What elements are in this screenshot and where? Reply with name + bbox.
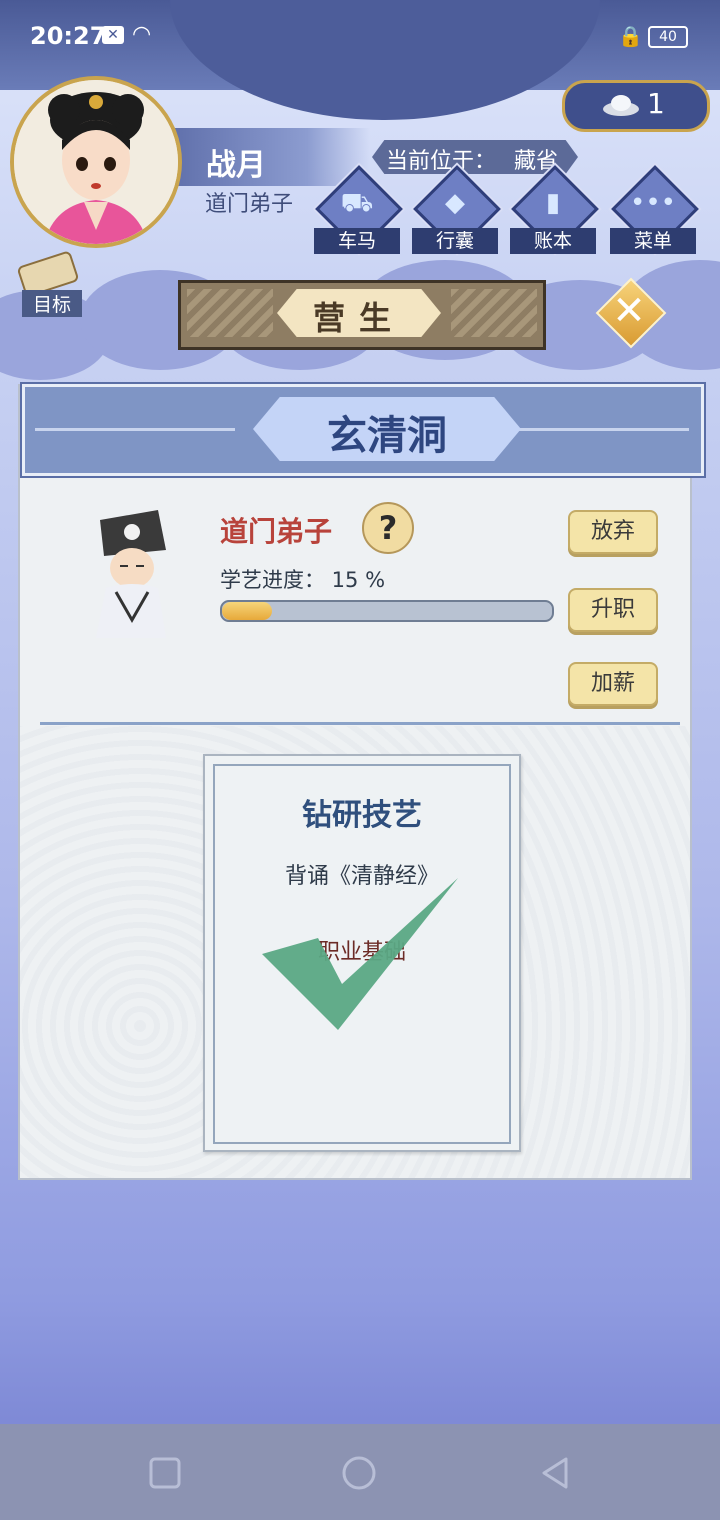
task-card-title: 钻研技艺: [302, 798, 422, 833]
notification-icon: ✕: [102, 26, 124, 44]
goal-button[interactable]: 目标: [10, 250, 82, 317]
lock-icon: 🔒: [618, 24, 643, 48]
player-avatar[interactable]: [10, 76, 182, 248]
ledger-icon: ▮: [545, 188, 561, 218]
nav-menu-button[interactable]: ••• 菜单: [610, 165, 699, 256]
status-time: 20:27: [30, 22, 107, 50]
venue-name: 玄清洞: [327, 413, 447, 459]
progress-bar: [220, 600, 554, 622]
location-label: 当前位于：: [386, 149, 497, 174]
avatar-portrait: [14, 80, 178, 244]
section-divider: [40, 722, 680, 725]
nav-label: 车马: [314, 228, 400, 254]
job-title: 道门弟子: [220, 515, 333, 548]
nav-label: 账本: [510, 228, 596, 254]
progress-label: 学艺进度： 15 %: [220, 568, 386, 592]
location-indicator: 当前位于： 藏省: [372, 140, 578, 174]
player-name: 战月: [206, 148, 266, 183]
promote-button[interactable]: 升职: [568, 588, 658, 632]
silver-ingot-icon: [603, 95, 639, 116]
raise-salary-button[interactable]: 加薪: [568, 662, 658, 706]
home-icon[interactable]: [342, 1456, 376, 1490]
close-icon: ✕: [612, 288, 646, 334]
silver-counter[interactable]: 1: [562, 80, 710, 132]
progress-fill: [222, 602, 272, 620]
page-title: 营生: [312, 299, 405, 337]
bag-icon: ◆: [445, 188, 465, 218]
goal-label: 目标: [22, 290, 82, 317]
checkmark-icon: [262, 878, 458, 1030]
page-banner: 营生: [178, 280, 546, 350]
nav-ledger-button[interactable]: ▮ 账本: [510, 165, 599, 256]
help-button[interactable]: ?: [362, 502, 414, 554]
more-icon: •••: [629, 188, 676, 218]
battery-indicator: 40: [648, 26, 688, 48]
player-title: 道门弟子: [205, 192, 294, 217]
nav-bag-button[interactable]: ◆ 行囊: [412, 165, 501, 256]
venue-header: 玄清洞: [22, 384, 704, 476]
recents-icon[interactable]: [148, 1456, 182, 1490]
give-up-button[interactable]: 放弃: [568, 510, 658, 554]
nav-label: 行囊: [412, 228, 498, 254]
silver-count: 1: [647, 87, 665, 120]
back-icon[interactable]: [538, 1456, 572, 1490]
nav-label: 菜单: [610, 228, 696, 254]
taoist-disciple-figure: [96, 510, 166, 638]
status-bar: 20:27 ✕ ◠ 🔒 40: [0, 0, 720, 74]
nav-carriage-button[interactable]: ⛟ 车马: [314, 165, 403, 256]
system-nav-bar: [0, 1424, 720, 1520]
carriage-icon: ⛟: [340, 188, 374, 218]
wifi-icon: ◠: [132, 22, 152, 47]
